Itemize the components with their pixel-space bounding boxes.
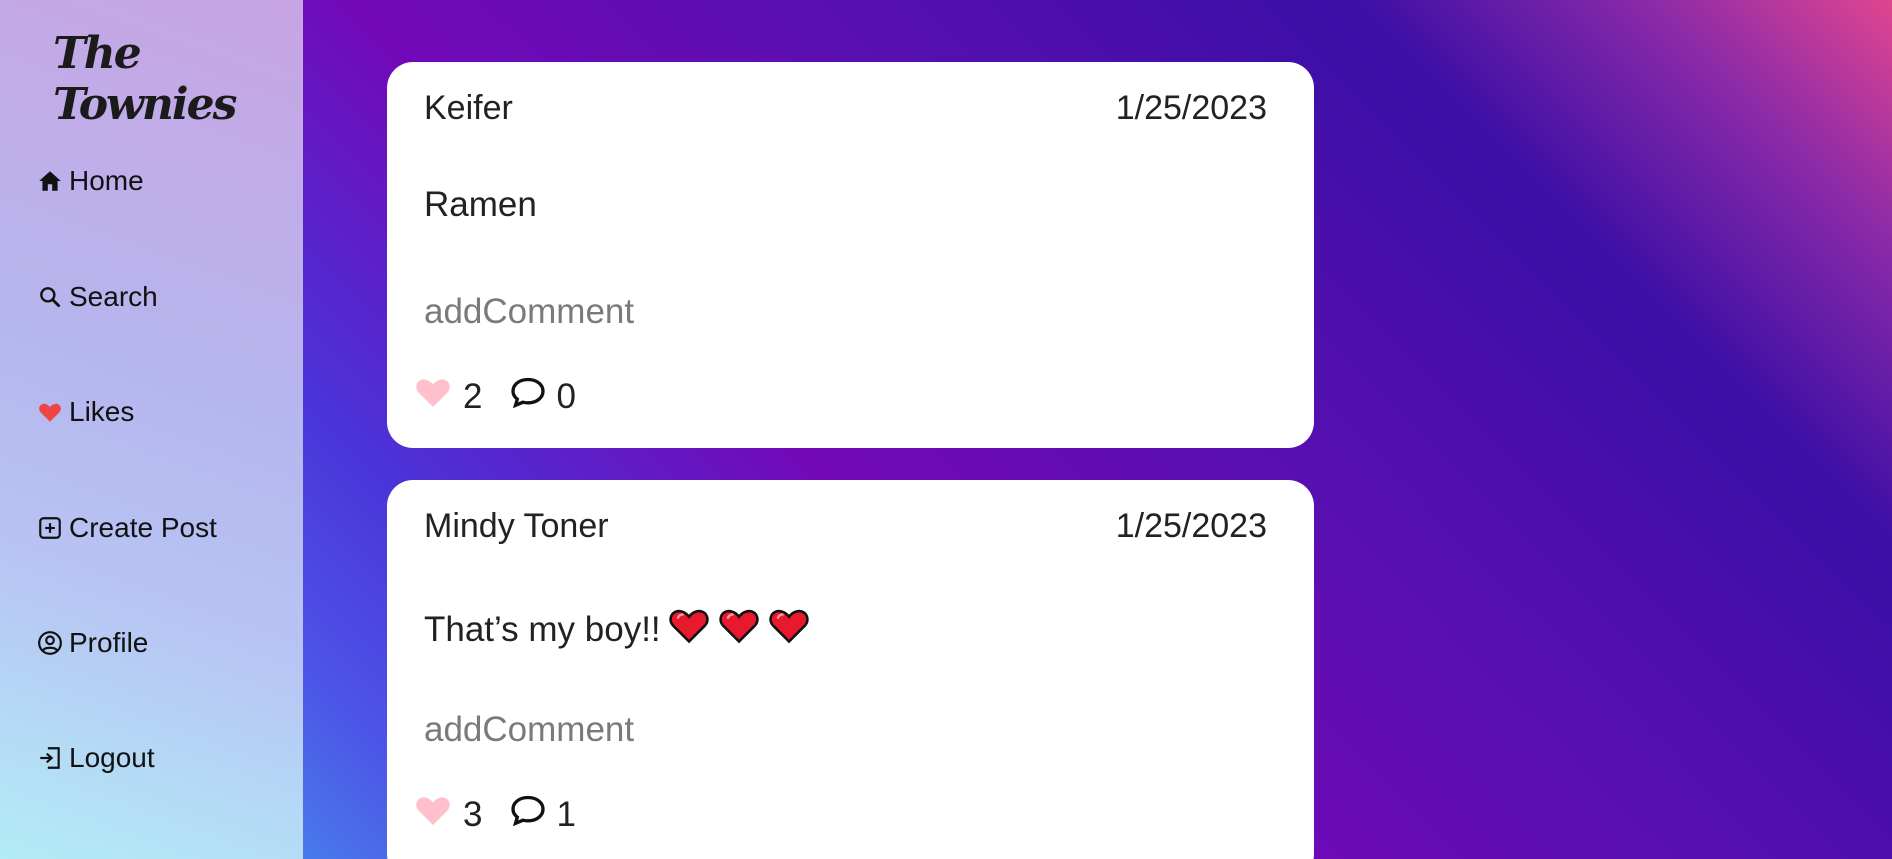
post-content: That’s my boy!!	[424, 603, 811, 656]
comment-button[interactable]: 1	[508, 790, 576, 839]
user-circle-icon	[37, 630, 63, 656]
sidebar-item-label: Likes	[69, 396, 135, 427]
sidebar-item-create-post[interactable]: Create Post	[37, 512, 217, 544]
add-comment-input[interactable]: addComment	[424, 292, 634, 332]
sidebar-item-home[interactable]: Home	[37, 165, 144, 197]
red-heart-emoji	[767, 603, 811, 656]
sidebar-item-label: Home	[69, 165, 144, 196]
heart-icon	[413, 790, 453, 839]
search-icon	[37, 284, 63, 310]
plus-square-icon	[37, 515, 63, 541]
comment-button[interactable]: 0	[508, 372, 576, 421]
sidebar-item-label: Search	[69, 281, 158, 312]
post-author[interactable]: Mindy Toner	[424, 507, 609, 546]
like-button[interactable]: 3	[413, 790, 508, 839]
post-date: 1/25/2023	[1115, 89, 1267, 127]
post-text: That’s my boy!!	[424, 609, 661, 649]
comment-count: 1	[556, 794, 576, 834]
post-text: Ramen	[424, 185, 537, 224]
post-card: Mindy Toner 1/25/2023 That’s my boy!! ad…	[387, 480, 1314, 859]
home-icon	[37, 168, 63, 194]
post-card: Keifer 1/25/2023 Ramen addComment 2 0	[387, 62, 1314, 448]
post-date: 1/25/2023	[1115, 507, 1267, 545]
sidebar-item-likes[interactable]: Likes	[37, 396, 134, 428]
sidebar-item-label: Logout	[69, 742, 155, 773]
post-content: Ramen	[424, 185, 537, 225]
app-logo: The Townies	[53, 28, 237, 130]
sidebar-item-logout[interactable]: Logout	[37, 742, 155, 774]
post-author[interactable]: Keifer	[424, 89, 513, 128]
sidebar-item-label: Profile	[69, 627, 149, 658]
sidebar-item-label: Create Post	[69, 512, 217, 543]
heart-icon	[37, 399, 63, 425]
like-count: 3	[463, 794, 483, 834]
logout-icon	[37, 745, 63, 771]
like-count: 2	[463, 376, 483, 416]
red-heart-emoji	[667, 603, 711, 656]
add-comment-input[interactable]: addComment	[424, 710, 634, 750]
sidebar-item-profile[interactable]: Profile	[37, 627, 148, 659]
sidebar-item-search[interactable]: Search	[37, 281, 158, 313]
sidebar: The Townies Home Search Likes Create Pos…	[0, 0, 303, 859]
heart-icon	[413, 372, 453, 421]
like-button[interactable]: 2	[413, 372, 508, 421]
comment-count: 0	[556, 376, 576, 416]
post-stats: 2 0	[413, 372, 576, 421]
app-window: The Townies Home Search Likes Create Pos…	[0, 0, 1892, 859]
comment-bubble-icon	[508, 372, 548, 421]
comment-bubble-icon	[508, 790, 548, 839]
post-stats: 3 1	[413, 790, 576, 839]
red-heart-emoji	[717, 603, 761, 656]
